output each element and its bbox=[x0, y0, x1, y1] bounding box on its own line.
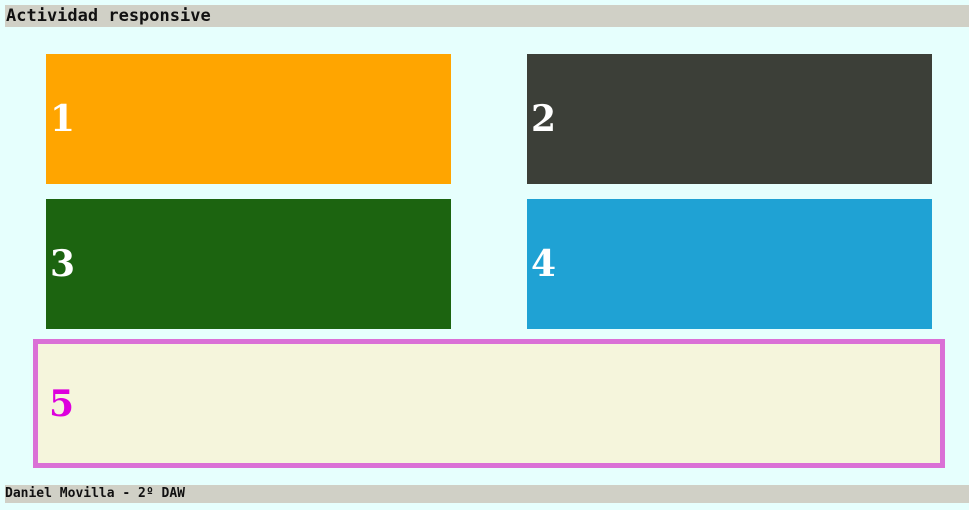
box-5: 5 bbox=[33, 339, 945, 468]
box-4-label: 4 bbox=[531, 243, 557, 285]
box-3: 3 bbox=[46, 199, 451, 329]
footer-text: Daniel Movilla - 2º DAW bbox=[5, 486, 186, 501]
box-2-label: 2 bbox=[531, 98, 557, 140]
page-header: Actividad responsive bbox=[5, 5, 969, 27]
box-2: 2 bbox=[527, 54, 932, 184]
page-title: Actividad responsive bbox=[6, 6, 211, 26]
box-1-label: 1 bbox=[50, 98, 76, 140]
box-3-label: 3 bbox=[50, 243, 76, 285]
box-1: 1 bbox=[46, 54, 451, 184]
box-5-label: 5 bbox=[49, 382, 75, 425]
page-footer: Daniel Movilla - 2º DAW bbox=[5, 485, 969, 503]
page: Actividad responsive 1 2 3 4 5 Daniel Mo… bbox=[0, 0, 969, 510]
box-4: 4 bbox=[527, 199, 932, 329]
